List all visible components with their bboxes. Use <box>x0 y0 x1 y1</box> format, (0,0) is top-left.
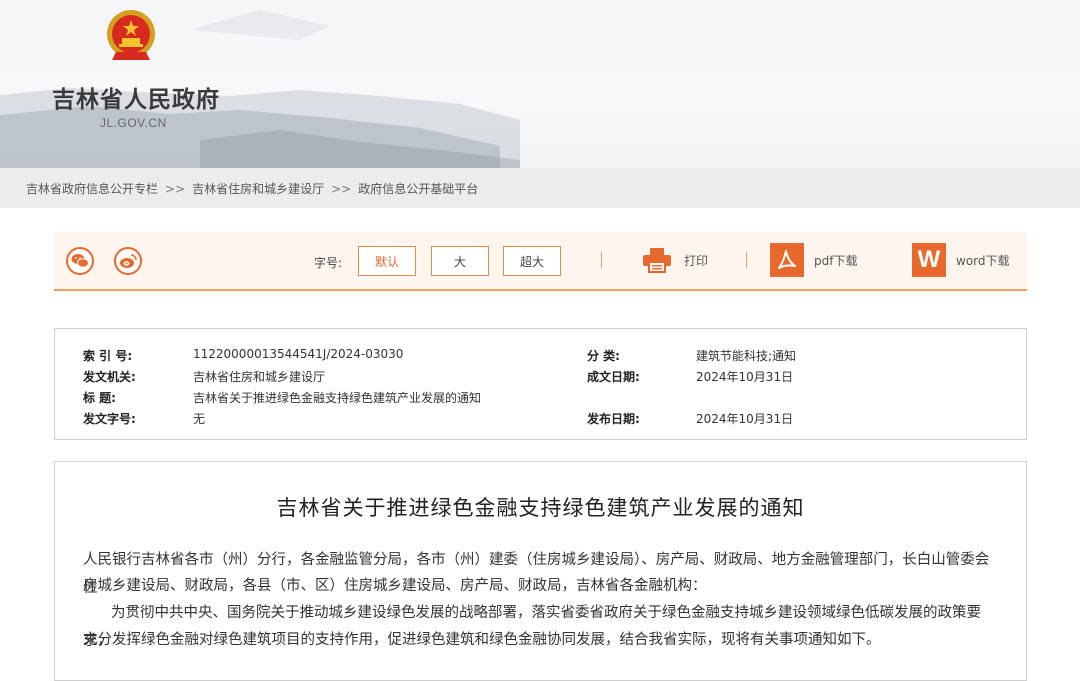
font-size-large-button[interactable]: 大 <box>431 246 489 276</box>
index-number-label: 索 引 号: <box>83 349 133 363</box>
word-icon: W <box>912 243 946 277</box>
print-button[interactable]: 打印 <box>640 242 708 278</box>
national-emblem-icon <box>107 10 155 60</box>
weibo-share-button[interactable] <box>114 247 142 275</box>
category-label: 分 类: <box>587 349 620 363</box>
created-date-value: 2024年10月31日 <box>696 370 794 384</box>
breadcrumb-item-housing-dept[interactable]: 吉林省住房和城乡建设厅 <box>192 182 324 196</box>
site-name: 吉林省人民政府 <box>52 87 220 113</box>
doc-number-value: 无 <box>193 412 206 426</box>
word-download-button[interactable]: W word下载 <box>912 242 1010 278</box>
index-number-value: 11220000013544541J/2024-03030 <box>193 347 404 361</box>
category-value: 建筑节能科技;通知 <box>696 349 797 363</box>
pdf-icon <box>770 243 804 277</box>
weibo-icon <box>120 254 137 268</box>
site-domain: JL.GOV.CN <box>100 116 167 130</box>
toolbar-divider <box>746 252 747 268</box>
article-text-line: 充分发挥绿色金融对绿色建筑项目的支持作用，促进绿色建筑和绿色金融协同发展，结合我… <box>83 632 881 648</box>
print-label: 打印 <box>684 253 709 268</box>
breadcrumb-item-platform[interactable]: 政府信息公开基础平台 <box>358 182 478 196</box>
issuer-label: 发文机关: <box>83 370 136 384</box>
issuer-value: 吉林省住房和城乡建设厅 <box>193 370 326 384</box>
article-body: 吉林省关于推进绿色金融支持绿色建筑产业发展的通知 人民银行吉林省各市（州）分行，… <box>54 461 1027 681</box>
wechat-share-button[interactable] <box>66 247 94 275</box>
title-value: 吉林省关于推进绿色金融支持绿色建筑产业发展的通知 <box>193 391 482 405</box>
title-label: 标 题: <box>83 391 116 405</box>
font-size-label: 字号: <box>314 256 343 270</box>
breadcrumb: 吉林省政府信息公开专栏 >> 吉林省住房和城乡建设厅 >> 政府信息公开基础平台 <box>0 168 1080 208</box>
doc-number-label: 发文字号: <box>83 412 136 426</box>
published-date-value: 2024年10月31日 <box>696 412 794 426</box>
toolbar-divider <box>601 252 602 268</box>
breadcrumb-separator: >> <box>331 182 352 196</box>
breadcrumb-separator: >> <box>165 182 186 196</box>
document-meta-table: 索 引 号: 11220000013544541J/2024-03030 分 类… <box>54 328 1027 440</box>
printer-icon <box>640 243 674 277</box>
site-header: 吉林省人民政府 JL.GOV.CN <box>0 0 1080 168</box>
wechat-icon <box>71 254 89 268</box>
published-date-label: 发布日期: <box>587 412 640 426</box>
created-date-label: 成文日期: <box>587 370 640 384</box>
font-size-default-button[interactable]: 默认 <box>358 246 416 276</box>
word-download-label: word下载 <box>956 253 1010 268</box>
pdf-download-label: pdf下载 <box>814 253 858 268</box>
article-text-line: 房城乡建设局、财政局，各县（市、区）住房城乡建设局、房产局、财政局，吉林省各金融… <box>83 578 707 594</box>
pdf-download-button[interactable]: pdf下载 <box>770 242 857 278</box>
article-title: 吉林省关于推进绿色金融支持绿色建筑产业发展的通知 <box>276 496 805 520</box>
article-toolbar: 字号: 默认 大 超大 打印 pdf下载 W word下载 <box>54 232 1027 291</box>
breadcrumb-item-gov-info[interactable]: 吉林省政府信息公开专栏 <box>26 182 158 196</box>
font-size-xlarge-button[interactable]: 超大 <box>503 246 561 276</box>
